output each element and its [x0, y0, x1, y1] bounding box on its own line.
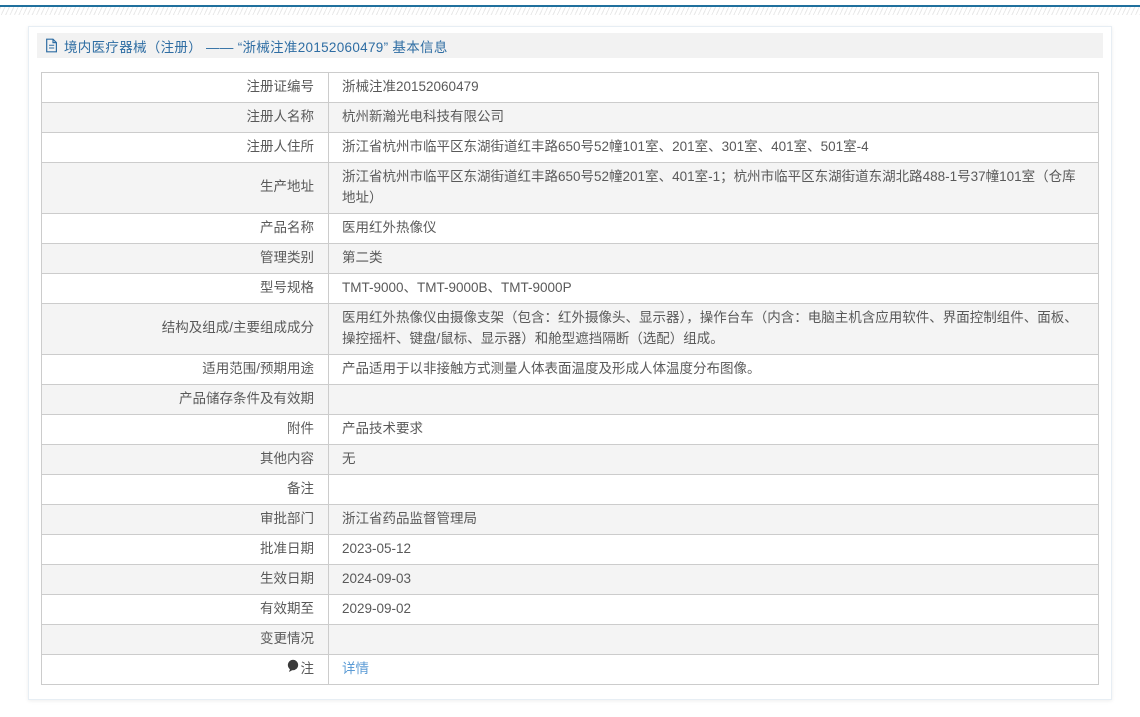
row-label: 批准日期 [42, 534, 329, 564]
table-row: 审批部门 浙江省药品监督管理局 [42, 504, 1099, 534]
row-value: 第二类 [329, 243, 1099, 273]
row-value [329, 384, 1099, 414]
table-row: 批准日期 2023-05-12 [42, 534, 1099, 564]
row-value: 浙江省杭州市临平区东湖街道红丰路650号52幢101室、201室、301室、40… [329, 133, 1099, 163]
row-value: 2029-09-02 [329, 594, 1099, 624]
table-row: 注册人名称 杭州新瀚光电科技有限公司 [42, 103, 1099, 133]
table-row-note: 注 详情 [42, 654, 1099, 684]
table-row: 注册人住所 浙江省杭州市临平区东湖街道红丰路650号52幢101室、201室、3… [42, 133, 1099, 163]
row-label: 注册人名称 [42, 103, 329, 133]
table-row: 附件 产品技术要求 [42, 414, 1099, 444]
row-value: 浙江省杭州市临平区东湖街道红丰路650号52幢201室、401室-1；杭州市临平… [329, 163, 1099, 214]
row-value: 2024-09-03 [329, 564, 1099, 594]
row-value: 医用红外热像仪 [329, 213, 1099, 243]
table-row: 备注 [42, 474, 1099, 504]
row-label: 型号规格 [42, 273, 329, 303]
row-label: 生产地址 [42, 163, 329, 214]
row-label: 有效期至 [42, 594, 329, 624]
row-label: 审批部门 [42, 504, 329, 534]
row-label: 附件 [42, 414, 329, 444]
table-row: 产品名称 医用红外热像仪 [42, 213, 1099, 243]
registration-info-table: 注册证编号 浙械注准20152060479 注册人名称 杭州新瀚光电科技有限公司… [41, 72, 1099, 685]
row-label: 注 [301, 659, 315, 680]
table-row: 有效期至 2029-09-02 [42, 594, 1099, 624]
table-row: 结构及组成/主要组成成分 医用红外热像仪由摄像支架（包含：红外摄像头、显示器），… [42, 303, 1099, 354]
row-label: 注册证编号 [42, 73, 329, 103]
row-value [329, 474, 1099, 504]
table-row: 注册证编号 浙械注准20152060479 [42, 73, 1099, 103]
row-value: 产品适用于以非接触方式测量人体表面温度及形成人体温度分布图像。 [329, 354, 1099, 384]
document-icon [45, 38, 58, 53]
row-value: 产品技术要求 [329, 414, 1099, 444]
table-row: 变更情况 [42, 624, 1099, 654]
row-value: 浙江省药品监督管理局 [329, 504, 1099, 534]
row-label: 变更情况 [42, 624, 329, 654]
content-panel: 境内医疗器械（注册） —— “浙械注准20152060479” 基本信息 注册证… [28, 26, 1112, 700]
row-label: 管理类别 [42, 243, 329, 273]
row-value: 2023-05-12 [329, 534, 1099, 564]
row-label: 产品名称 [42, 213, 329, 243]
row-label: 结构及组成/主要组成成分 [42, 303, 329, 354]
table-row: 适用范围/预期用途 产品适用于以非接触方式测量人体表面温度及形成人体温度分布图像… [42, 354, 1099, 384]
table-row: 型号规格 TMT-9000、TMT-9000B、TMT-9000P [42, 273, 1099, 303]
note-balloon-icon [287, 659, 299, 680]
row-label: 适用范围/预期用途 [42, 354, 329, 384]
row-value [329, 624, 1099, 654]
row-value: 无 [329, 444, 1099, 474]
row-label: 产品储存条件及有效期 [42, 384, 329, 414]
row-label: 注册人住所 [42, 133, 329, 163]
row-value: 医用红外热像仪由摄像支架（包含：红外摄像头、显示器），操作台车（内含：电脑主机含… [329, 303, 1099, 354]
page-title-bar: 境内医疗器械（注册） —— “浙械注准20152060479” 基本信息 [37, 33, 1103, 58]
row-label: 备注 [42, 474, 329, 504]
row-label: 生效日期 [42, 564, 329, 594]
page-title: 境内医疗器械（注册） —— “浙械注准20152060479” 基本信息 [64, 36, 448, 56]
row-value: TMT-9000、TMT-9000B、TMT-9000P [329, 273, 1099, 303]
table-row: 管理类别 第二类 [42, 243, 1099, 273]
table-row: 生效日期 2024-09-03 [42, 564, 1099, 594]
hatch-pattern-band [0, 7, 1140, 15]
row-label: 其他内容 [42, 444, 329, 474]
details-link[interactable]: 详情 [342, 661, 369, 676]
row-value: 杭州新瀚光电科技有限公司 [329, 103, 1099, 133]
table-row: 其他内容 无 [42, 444, 1099, 474]
table-row: 生产地址 浙江省杭州市临平区东湖街道红丰路650号52幢201室、401室-1；… [42, 163, 1099, 214]
row-value: 浙械注准20152060479 [329, 73, 1099, 103]
table-row: 产品储存条件及有效期 [42, 384, 1099, 414]
